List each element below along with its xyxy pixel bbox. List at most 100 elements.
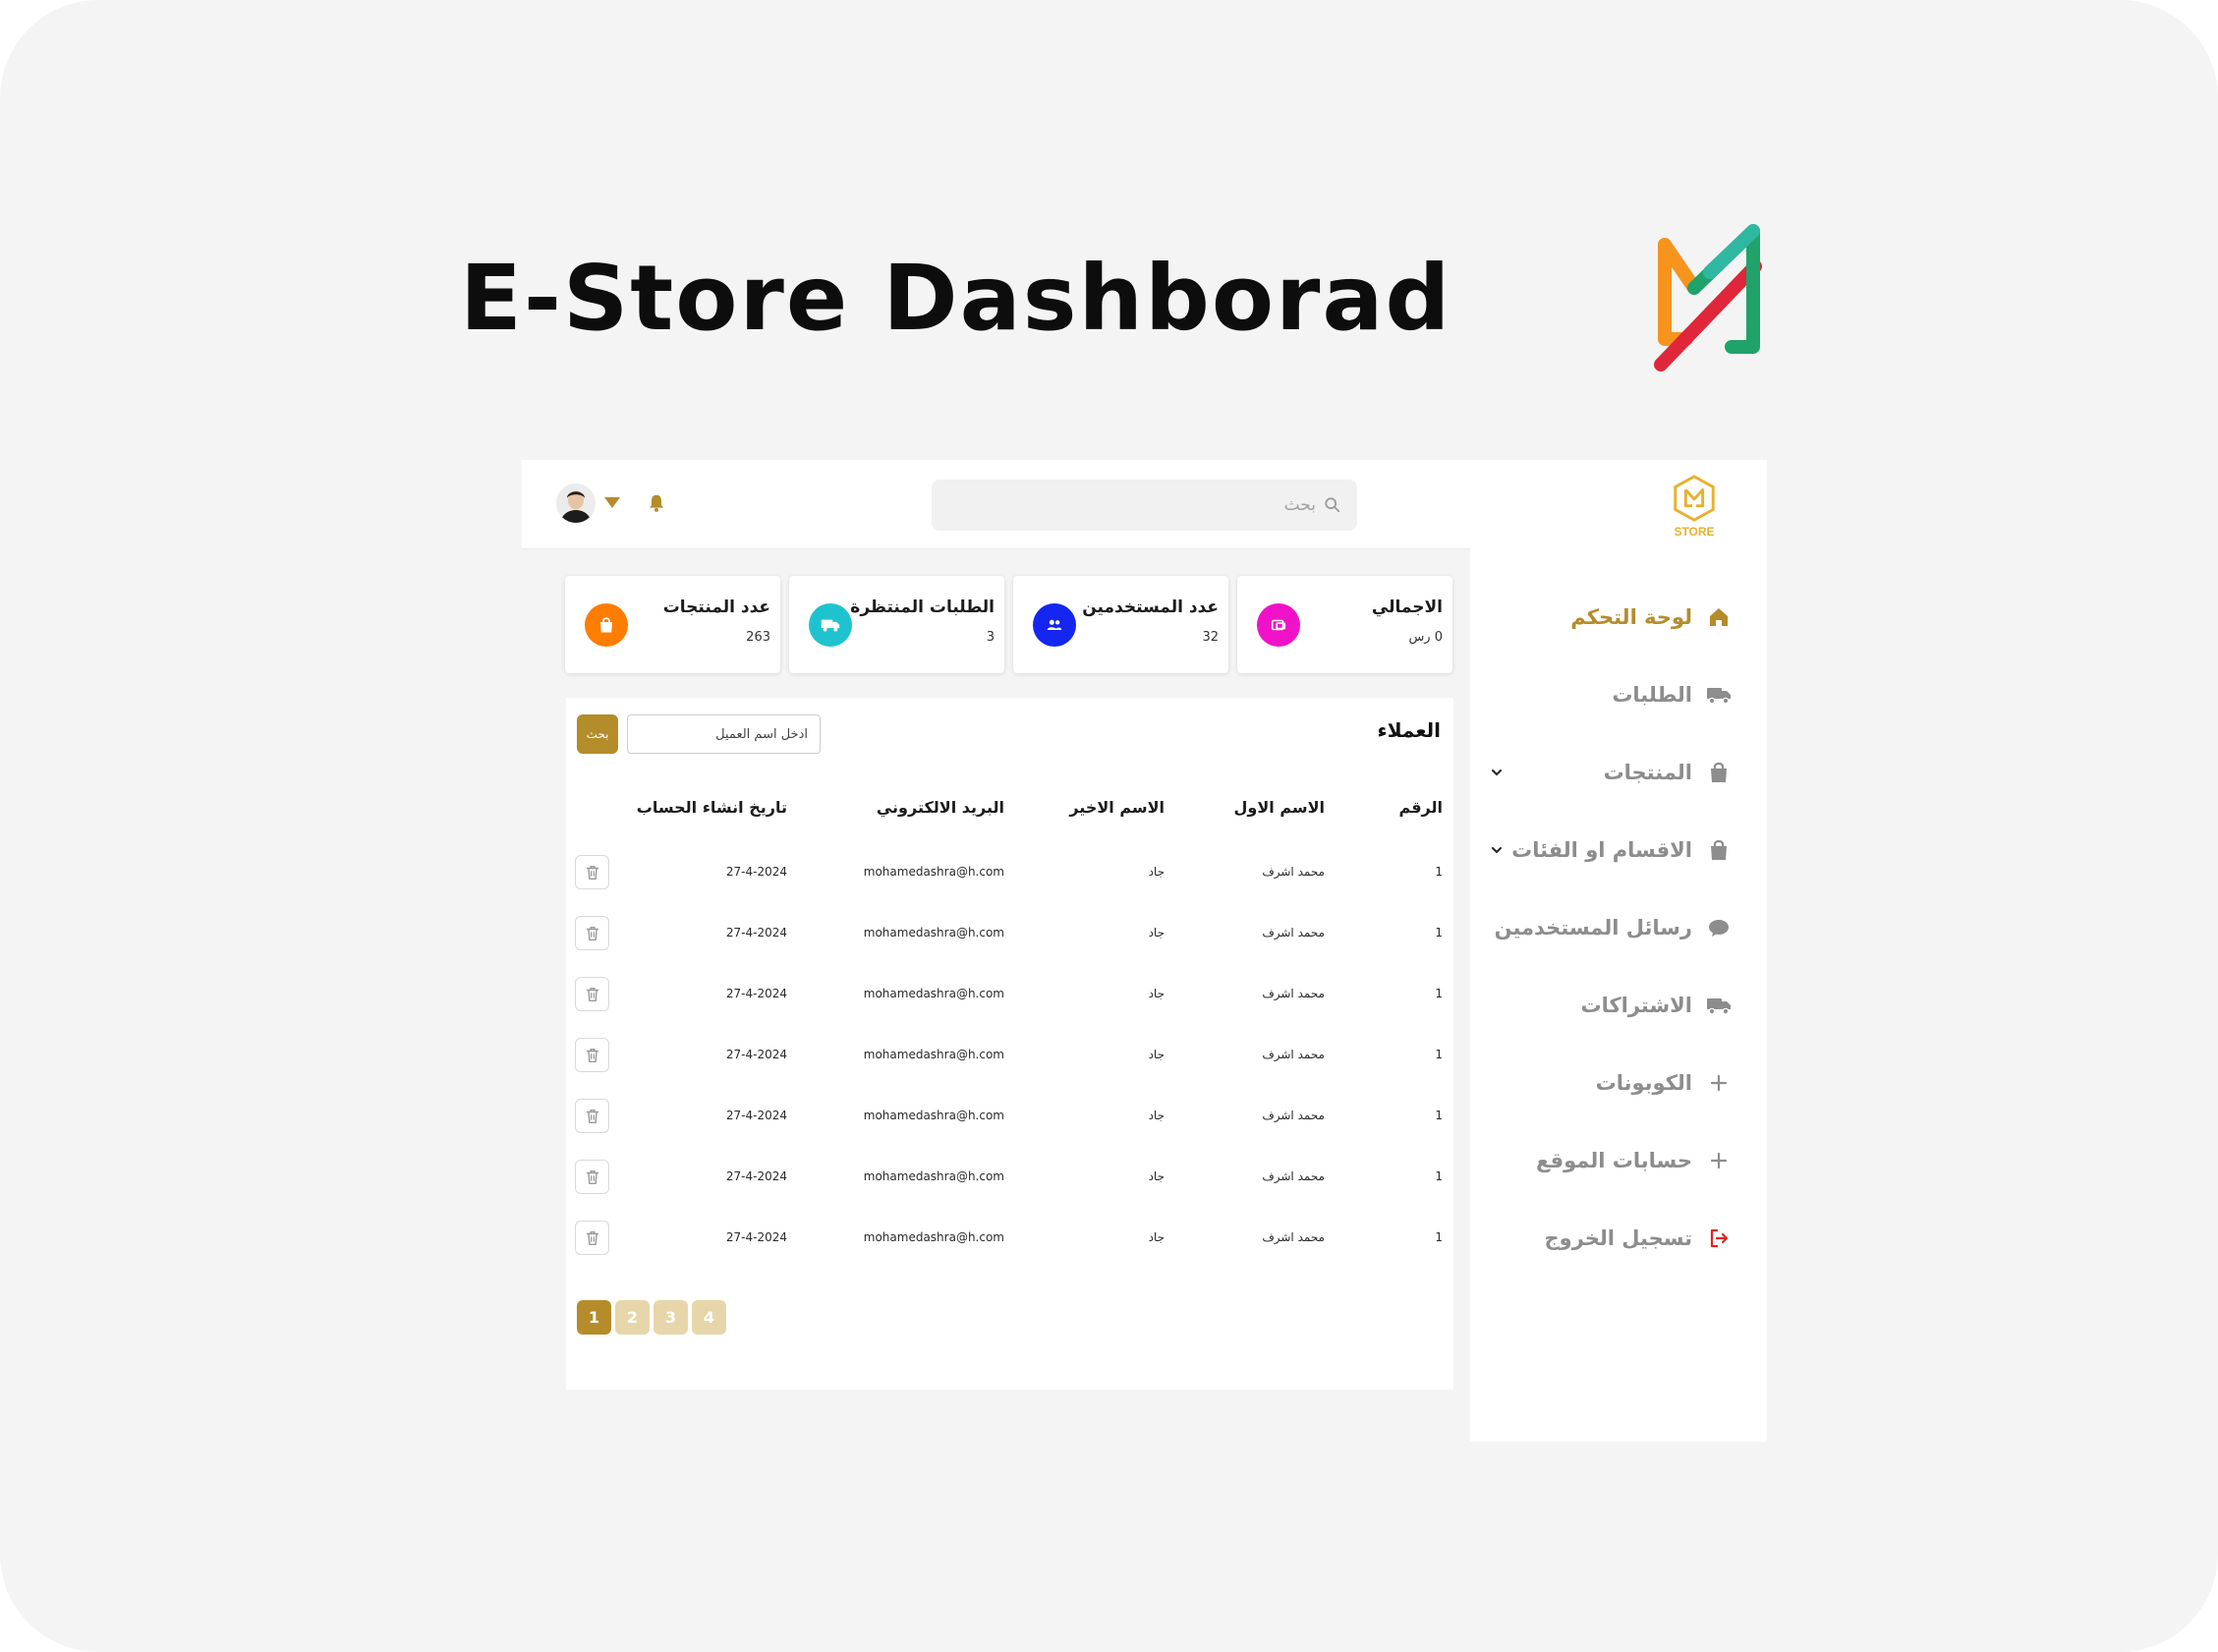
cell-email: mohamedashra@h.com — [863, 865, 1004, 879]
search-input[interactable]: بحث — [932, 480, 1357, 531]
avatar-dropdown-icon[interactable] — [604, 497, 620, 508]
cell-number: 1 — [1435, 1230, 1443, 1244]
sidebar-item-logout[interactable]: تسجيل الخروج — [1545, 1219, 1733, 1258]
page-button-3[interactable]: 3 — [654, 1300, 688, 1335]
cell-last-name: جاد — [1148, 1109, 1165, 1122]
sidebar: STORE لوحة التحكم الطلبات المنتجات الاقس… — [1470, 460, 1767, 1442]
cell-created-date: 27-4-2024 — [725, 1230, 787, 1244]
sidebar-item-label: حسابات الموقع — [1536, 1149, 1692, 1172]
cell-email: mohamedashra@h.com — [863, 987, 1004, 1000]
stat-value: 0 رس — [1408, 630, 1443, 645]
stat-value: 3 — [986, 630, 995, 645]
wallet-icon — [1257, 603, 1300, 647]
truck-icon — [1706, 993, 1732, 1018]
cell-last-name: جاد — [1148, 1169, 1165, 1183]
delete-button[interactable] — [575, 1038, 609, 1072]
sidebar-item-categories[interactable]: الاقسام او الفئات — [1511, 830, 1732, 870]
cell-number: 1 — [1435, 865, 1443, 879]
column-header-created-date[interactable]: تاريخ انشاء الحساب — [637, 798, 787, 817]
column-header-last-name[interactable]: الاسم الاخير — [1069, 798, 1165, 817]
cell-last-name: جاد — [1148, 926, 1165, 940]
search-icon — [1325, 497, 1340, 513]
logout-icon — [1706, 1225, 1732, 1251]
sidebar-item-subscriptions[interactable]: الاشتراكات — [1580, 986, 1732, 1025]
store-logo[interactable]: STORE — [1669, 474, 1720, 541]
sidebar-item-label: المنتجات — [1603, 761, 1692, 784]
sidebar-item-orders[interactable]: الطلبات — [1612, 675, 1732, 714]
sidebar-item-products[interactable]: المنتجات — [1604, 753, 1732, 792]
page-button-1[interactable]: 1 — [577, 1300, 611, 1335]
avatar[interactable] — [556, 484, 596, 523]
sidebar-item-label: الاقسام او الفئات — [1511, 838, 1692, 862]
dashboard-window: بحث STORE لوحة التحكم الطلبات المنتجات ا… — [522, 460, 1767, 1442]
column-header-number[interactable]: الرقم — [1399, 798, 1443, 817]
trash-icon — [586, 926, 598, 940]
delete-button[interactable] — [575, 1160, 609, 1194]
cell-first-name: محمد اشرف — [1262, 1048, 1325, 1061]
stat-card-total[interactable]: الاجمالي 0 رس — [1237, 576, 1452, 673]
delete-button[interactable] — [575, 1221, 609, 1255]
page-button-4[interactable]: 4 — [692, 1300, 726, 1335]
cell-email: mohamedashra@h.com — [863, 1230, 1004, 1244]
chevron-down-icon[interactable] — [1490, 766, 1504, 779]
cell-first-name: محمد اشرف — [1262, 865, 1325, 879]
sidebar-item-label: الكوبونات — [1595, 1071, 1692, 1095]
stat-card-pending-orders[interactable]: الطلبات المنتظرة 3 — [789, 576, 1004, 673]
cell-email: mohamedashra@h.com — [863, 926, 1004, 940]
column-header-first-name[interactable]: الاسم الاول — [1234, 798, 1325, 817]
delete-button[interactable] — [575, 855, 609, 889]
cell-first-name: محمد اشرف — [1262, 926, 1325, 940]
trash-icon — [586, 987, 598, 1001]
user-avatar-icon — [556, 484, 596, 523]
store-logo-icon — [1674, 475, 1715, 522]
chat-icon — [1706, 915, 1732, 940]
cell-email: mohamedashra@h.com — [863, 1048, 1004, 1061]
sidebar-item-dashboard[interactable]: لوحة التحكم — [1570, 598, 1732, 637]
cell-last-name: جاد — [1148, 1048, 1165, 1061]
cell-created-date: 27-4-2024 — [725, 1169, 787, 1183]
truck-icon — [809, 603, 852, 647]
users-icon — [1033, 603, 1076, 647]
bag-icon — [1706, 837, 1732, 863]
hero-title: E-Store Dashborad — [460, 246, 1452, 351]
sidebar-item-coupons[interactable]: الكوبونات — [1596, 1063, 1732, 1103]
delete-button[interactable] — [575, 916, 609, 950]
cell-last-name: جاد — [1148, 1230, 1165, 1244]
cell-last-name: جاد — [1148, 987, 1165, 1000]
bag-icon — [1706, 760, 1732, 785]
page-button-2[interactable]: 2 — [615, 1300, 650, 1335]
stat-value: 263 — [746, 630, 770, 645]
plus-icon — [1706, 1148, 1732, 1173]
customers-panel: العملاء ادخل اسم العميل بحث الرقم الاسم … — [566, 698, 1453, 1390]
search-placeholder: بحث — [1283, 495, 1316, 515]
cell-created-date: 27-4-2024 — [725, 926, 787, 940]
sidebar-item-site-accounts[interactable]: حسابات الموقع — [1536, 1141, 1732, 1180]
column-header-email[interactable]: البريد الالكتروني — [877, 798, 1004, 817]
chevron-down-icon[interactable] — [1490, 843, 1504, 857]
pagination: 1234 — [577, 1300, 726, 1335]
brand-logo-icon — [1654, 224, 1762, 371]
stat-card-users[interactable]: عدد المستخدمين 32 — [1013, 576, 1228, 673]
cell-number: 1 — [1435, 987, 1443, 1000]
trash-icon — [586, 1169, 598, 1184]
cell-created-date: 27-4-2024 — [725, 1109, 787, 1122]
stat-label: عدد المستخدمين — [1082, 598, 1219, 617]
sidebar-item-label: تسجيل الخروج — [1544, 1226, 1693, 1250]
customers-title: العملاء — [1377, 718, 1441, 742]
cell-number: 1 — [1435, 1048, 1443, 1061]
customer-search-input[interactable]: ادخل اسم العميل — [627, 714, 821, 754]
cell-email: mohamedashra@h.com — [863, 1109, 1004, 1122]
sidebar-item-label: لوحة التحكم — [1570, 605, 1692, 629]
cell-number: 1 — [1435, 926, 1443, 940]
delete-button[interactable] — [575, 977, 609, 1011]
stat-card-products[interactable]: عدد المنتجات 263 — [565, 576, 780, 673]
customer-search-button[interactable]: بحث — [577, 714, 618, 754]
cell-first-name: محمد اشرف — [1262, 1169, 1325, 1183]
trash-icon — [586, 1109, 598, 1123]
sidebar-item-label: الاشتراكات — [1580, 994, 1692, 1017]
delete-button[interactable] — [575, 1099, 609, 1133]
sidebar-item-label: الطلبات — [1612, 683, 1692, 707]
sidebar-item-user-messages[interactable]: رسائل المستخدمين — [1495, 908, 1732, 947]
stat-label: الاجمالي — [1371, 598, 1443, 617]
bell-icon[interactable] — [646, 492, 667, 514]
